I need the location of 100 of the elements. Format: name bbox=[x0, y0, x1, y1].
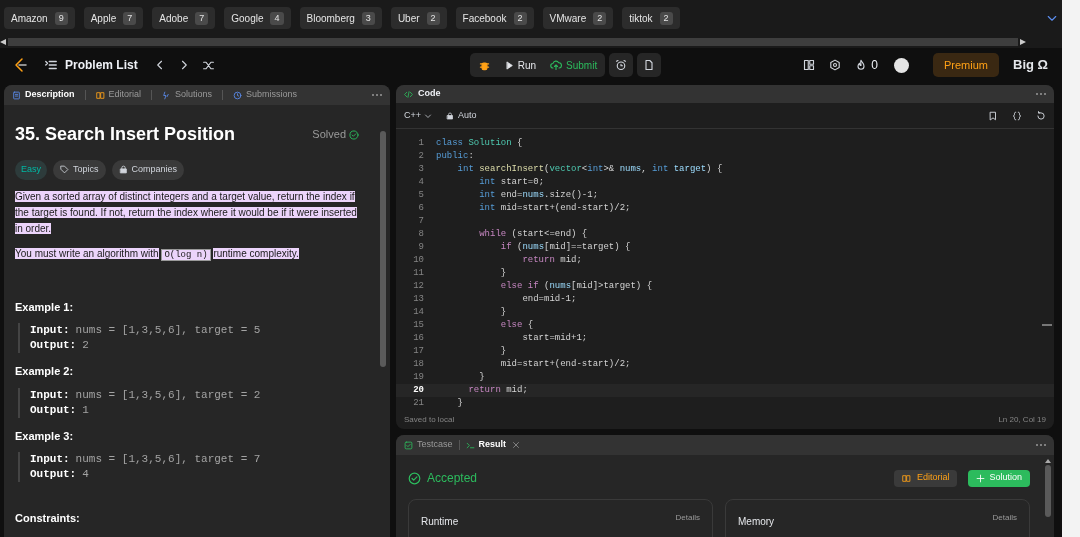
problem-list-button[interactable]: Problem List bbox=[44, 56, 138, 74]
count-badge: 9 bbox=[54, 11, 68, 25]
code-line: } bbox=[499, 267, 507, 280]
checkbox-icon bbox=[404, 440, 413, 450]
code-line: public: bbox=[435, 150, 474, 163]
tab[interactable]: Description bbox=[12, 88, 75, 102]
braces-icon[interactable] bbox=[1012, 110, 1022, 121]
code-line: if (nums[mid]==target) { bbox=[499, 241, 631, 254]
play-icon bbox=[504, 60, 514, 70]
example-label: Output: bbox=[30, 338, 77, 353]
details-link[interactable]: Details bbox=[675, 512, 700, 524]
vertical-scrollbar[interactable] bbox=[380, 131, 386, 367]
example-value: 1 bbox=[82, 402, 89, 418]
scroll-right-icon[interactable] bbox=[1020, 39, 1026, 45]
line-number: 17 bbox=[412, 345, 425, 358]
example-label: Input: bbox=[30, 452, 70, 467]
company-tag[interactable]: Facebook 2 bbox=[455, 7, 534, 29]
topics-tag[interactable]: Topics bbox=[53, 160, 106, 180]
premium-button[interactable]: Premium bbox=[933, 53, 999, 77]
run-button[interactable]: Run bbox=[498, 57, 543, 73]
code-line: } bbox=[499, 306, 507, 319]
company-tag[interactable]: Google 4 bbox=[224, 7, 291, 29]
reset-icon[interactable] bbox=[1036, 110, 1046, 121]
company-tag[interactable]: Adobe 7 bbox=[152, 7, 216, 29]
streak-button[interactable]: 0 bbox=[855, 56, 878, 74]
code-line: end=mid-1; bbox=[521, 293, 577, 306]
timer-button[interactable] bbox=[609, 53, 634, 77]
company-tag[interactable]: VMware 2 bbox=[542, 7, 614, 29]
scroll-left-icon[interactable] bbox=[0, 39, 6, 45]
tab[interactable]: Result bbox=[465, 438, 507, 452]
lock-icon bbox=[118, 165, 128, 175]
book-icon bbox=[95, 90, 105, 100]
cursor-position: Ln 20, Col 19 bbox=[998, 414, 1046, 426]
line-number: 7 bbox=[417, 215, 425, 228]
settings-icon[interactable] bbox=[829, 59, 842, 71]
difficulty-tag: Easy bbox=[15, 160, 47, 180]
count-badge: 2 bbox=[513, 11, 527, 25]
flame-icon bbox=[855, 58, 868, 72]
count-badge: 3 bbox=[361, 11, 375, 25]
layout-icon[interactable] bbox=[803, 59, 816, 71]
line-number: 1 bbox=[417, 137, 425, 150]
alarm-clock-icon bbox=[615, 59, 628, 71]
list-icon bbox=[44, 58, 58, 72]
panel-title: Code bbox=[418, 87, 441, 101]
example-heading: Example 3: bbox=[15, 428, 75, 444]
example-label: Output: bbox=[30, 467, 77, 482]
company-tag[interactable]: Bloomberg 3 bbox=[299, 7, 382, 29]
company-tag[interactable]: Uber 2 bbox=[390, 7, 447, 29]
code-line: int start=0; bbox=[478, 176, 545, 189]
count-badge: 2 bbox=[426, 11, 440, 25]
example-value: nums = [1,3,5,6], target = 2 bbox=[75, 387, 261, 403]
tab[interactable]: Solutions bbox=[162, 88, 213, 102]
submit-button[interactable]: Submit bbox=[544, 57, 604, 73]
tab[interactable]: Editorial bbox=[95, 88, 142, 102]
code-line: int searchInsert(vector<int>& nums, int target) { bbox=[456, 163, 723, 176]
description-paragraph: You must write an algorithm with O(log n) runtime complexity. bbox=[15, 246, 300, 263]
cloud-upload-icon bbox=[550, 59, 563, 71]
horizontal-scrollbar[interactable] bbox=[8, 38, 1018, 46]
tab[interactable]: Testcase bbox=[404, 438, 453, 452]
avatar[interactable] bbox=[894, 57, 909, 73]
line-number: 14 bbox=[412, 306, 425, 319]
problem-title: 35. Search Insert Position bbox=[15, 123, 236, 146]
line-number: 4 bbox=[417, 176, 425, 189]
line-number: 16 bbox=[412, 332, 425, 345]
line-number: 13 bbox=[412, 293, 425, 306]
close-icon[interactable] bbox=[512, 441, 521, 449]
clock-icon bbox=[233, 90, 243, 100]
code-icon bbox=[404, 89, 413, 99]
count-badge: 7 bbox=[195, 11, 209, 25]
terminal-icon bbox=[465, 440, 475, 450]
chevron-down-icon bbox=[424, 111, 432, 120]
line-number: 5 bbox=[417, 189, 425, 202]
logo-icon[interactable] bbox=[12, 57, 28, 73]
editorial-button[interactable]: Editorial bbox=[893, 469, 958, 487]
code-line: while (start<=end) { bbox=[478, 228, 588, 241]
example-value: nums = [1,3,5,6], target = 7 bbox=[75, 452, 261, 467]
company-tag[interactable]: Apple 7 bbox=[83, 7, 144, 29]
line-number: 20 bbox=[412, 384, 425, 397]
company-tag[interactable]: Amazon 9 bbox=[4, 7, 75, 29]
companies-tag[interactable]: Companies bbox=[111, 160, 185, 180]
example-value: 2 bbox=[82, 338, 89, 353]
save-status: Saved to local bbox=[404, 414, 455, 426]
line-number: 11 bbox=[412, 267, 425, 280]
bookmark-icon[interactable] bbox=[988, 110, 998, 121]
code-line: int end=nums.size()-1; bbox=[478, 189, 599, 202]
card-title: Memory bbox=[738, 515, 775, 529]
code-line: class Solution { bbox=[435, 137, 523, 150]
tab[interactable]: Submissions bbox=[233, 88, 298, 102]
notes-button[interactable] bbox=[637, 53, 662, 77]
language-dropdown[interactable]: C++ bbox=[404, 108, 432, 123]
example-label: Input: bbox=[30, 323, 70, 338]
count-badge: 2 bbox=[659, 11, 673, 25]
company-tag[interactable]: tiktok 2 bbox=[622, 7, 680, 29]
vertical-scrollbar[interactable] bbox=[1045, 465, 1051, 517]
example-heading: Example 1: bbox=[15, 299, 75, 315]
scroll-up-icon[interactable] bbox=[1045, 459, 1051, 463]
card-title: Runtime bbox=[421, 515, 459, 529]
example-label: Output: bbox=[30, 402, 77, 418]
details-link[interactable]: Details bbox=[992, 512, 1017, 524]
description-paragraph: Given a sorted array of distinct integers and a target value, return the index if the target is found. If not, return the index where it would be if it were inserted in order. bbox=[15, 189, 358, 236]
